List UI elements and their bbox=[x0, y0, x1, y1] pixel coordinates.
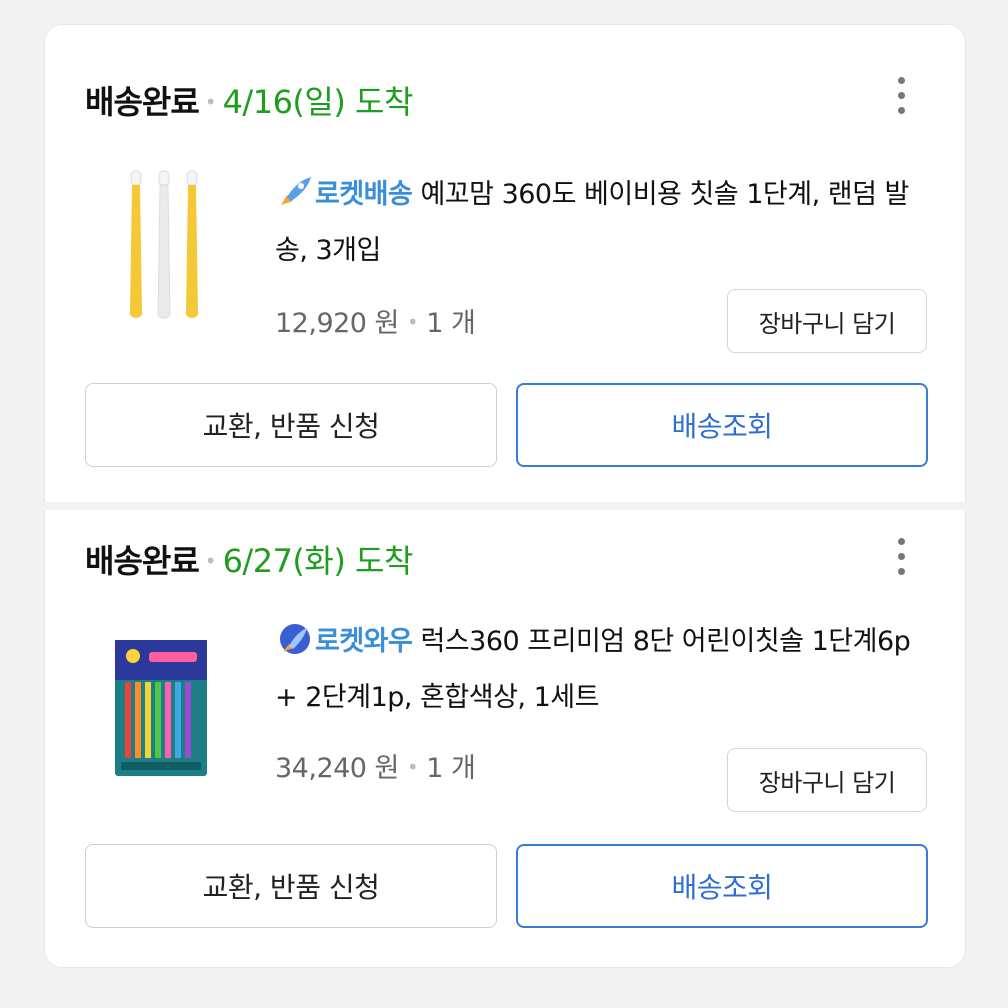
delivery-status: 배송완료 bbox=[85, 542, 200, 580]
order-card: 배송완료 • 4/16(일) 도착 로켓배송 예꼬맘 360도 베이비용 칫솔 … bbox=[44, 24, 966, 502]
track-delivery-button[interactable]: 배송조회 bbox=[516, 844, 928, 928]
order-header: 배송완료 • 6/27(화) 도착 bbox=[85, 536, 413, 582]
order-card: 배송완료 • 6/27(화) 도착 로켓와우 럭스360 프리미엄 8단 어린이… bbox=[44, 510, 966, 968]
product-title[interactable]: 로켓배송 예꼬맘 360도 베이비용 칫솔 1단계, 랜덤 발송, 3개입 bbox=[275, 167, 925, 279]
rocket-wow-icon bbox=[275, 620, 313, 654]
product-thumbnail[interactable] bbox=[111, 165, 221, 325]
product-thumbnail[interactable] bbox=[111, 630, 221, 790]
delivery-badge: 로켓와우 bbox=[315, 626, 413, 657]
product-quantity: 1 개 bbox=[426, 753, 476, 784]
product-quantity: 1 개 bbox=[426, 308, 476, 339]
rocket-icon bbox=[275, 173, 313, 207]
separator-dot: • bbox=[406, 310, 419, 334]
add-to-cart-button[interactable]: 장바구니 담기 bbox=[727, 748, 927, 812]
product-price: 12,920 원 bbox=[275, 308, 399, 339]
more-options-icon[interactable] bbox=[895, 77, 907, 119]
more-options-icon[interactable] bbox=[895, 538, 907, 580]
separator-dot: • bbox=[406, 755, 419, 779]
price-row: 12,920 원 • 1 개 bbox=[275, 301, 476, 340]
return-exchange-button[interactable]: 교환, 반품 신청 bbox=[85, 844, 497, 928]
track-delivery-button[interactable]: 배송조회 bbox=[516, 383, 928, 467]
order-header: 배송완료 • 4/16(일) 도착 bbox=[85, 77, 413, 123]
arrival-date: 4/16(일) 도착 bbox=[222, 83, 414, 121]
delivery-status: 배송완료 bbox=[85, 83, 200, 121]
separator-dot: • bbox=[204, 90, 217, 114]
price-row: 34,240 원 • 1 개 bbox=[275, 746, 476, 785]
product-title[interactable]: 로켓와우 럭스360 프리미엄 8단 어린이칫솔 1단계6p + 2단계1p, … bbox=[275, 614, 925, 726]
product-price: 34,240 원 bbox=[275, 753, 399, 784]
separator-dot: • bbox=[204, 549, 217, 573]
delivery-badge: 로켓배송 bbox=[315, 179, 413, 210]
return-exchange-button[interactable]: 교환, 반품 신청 bbox=[85, 383, 497, 467]
add-to-cart-button[interactable]: 장바구니 담기 bbox=[727, 289, 927, 353]
arrival-date: 6/27(화) 도착 bbox=[222, 542, 414, 580]
